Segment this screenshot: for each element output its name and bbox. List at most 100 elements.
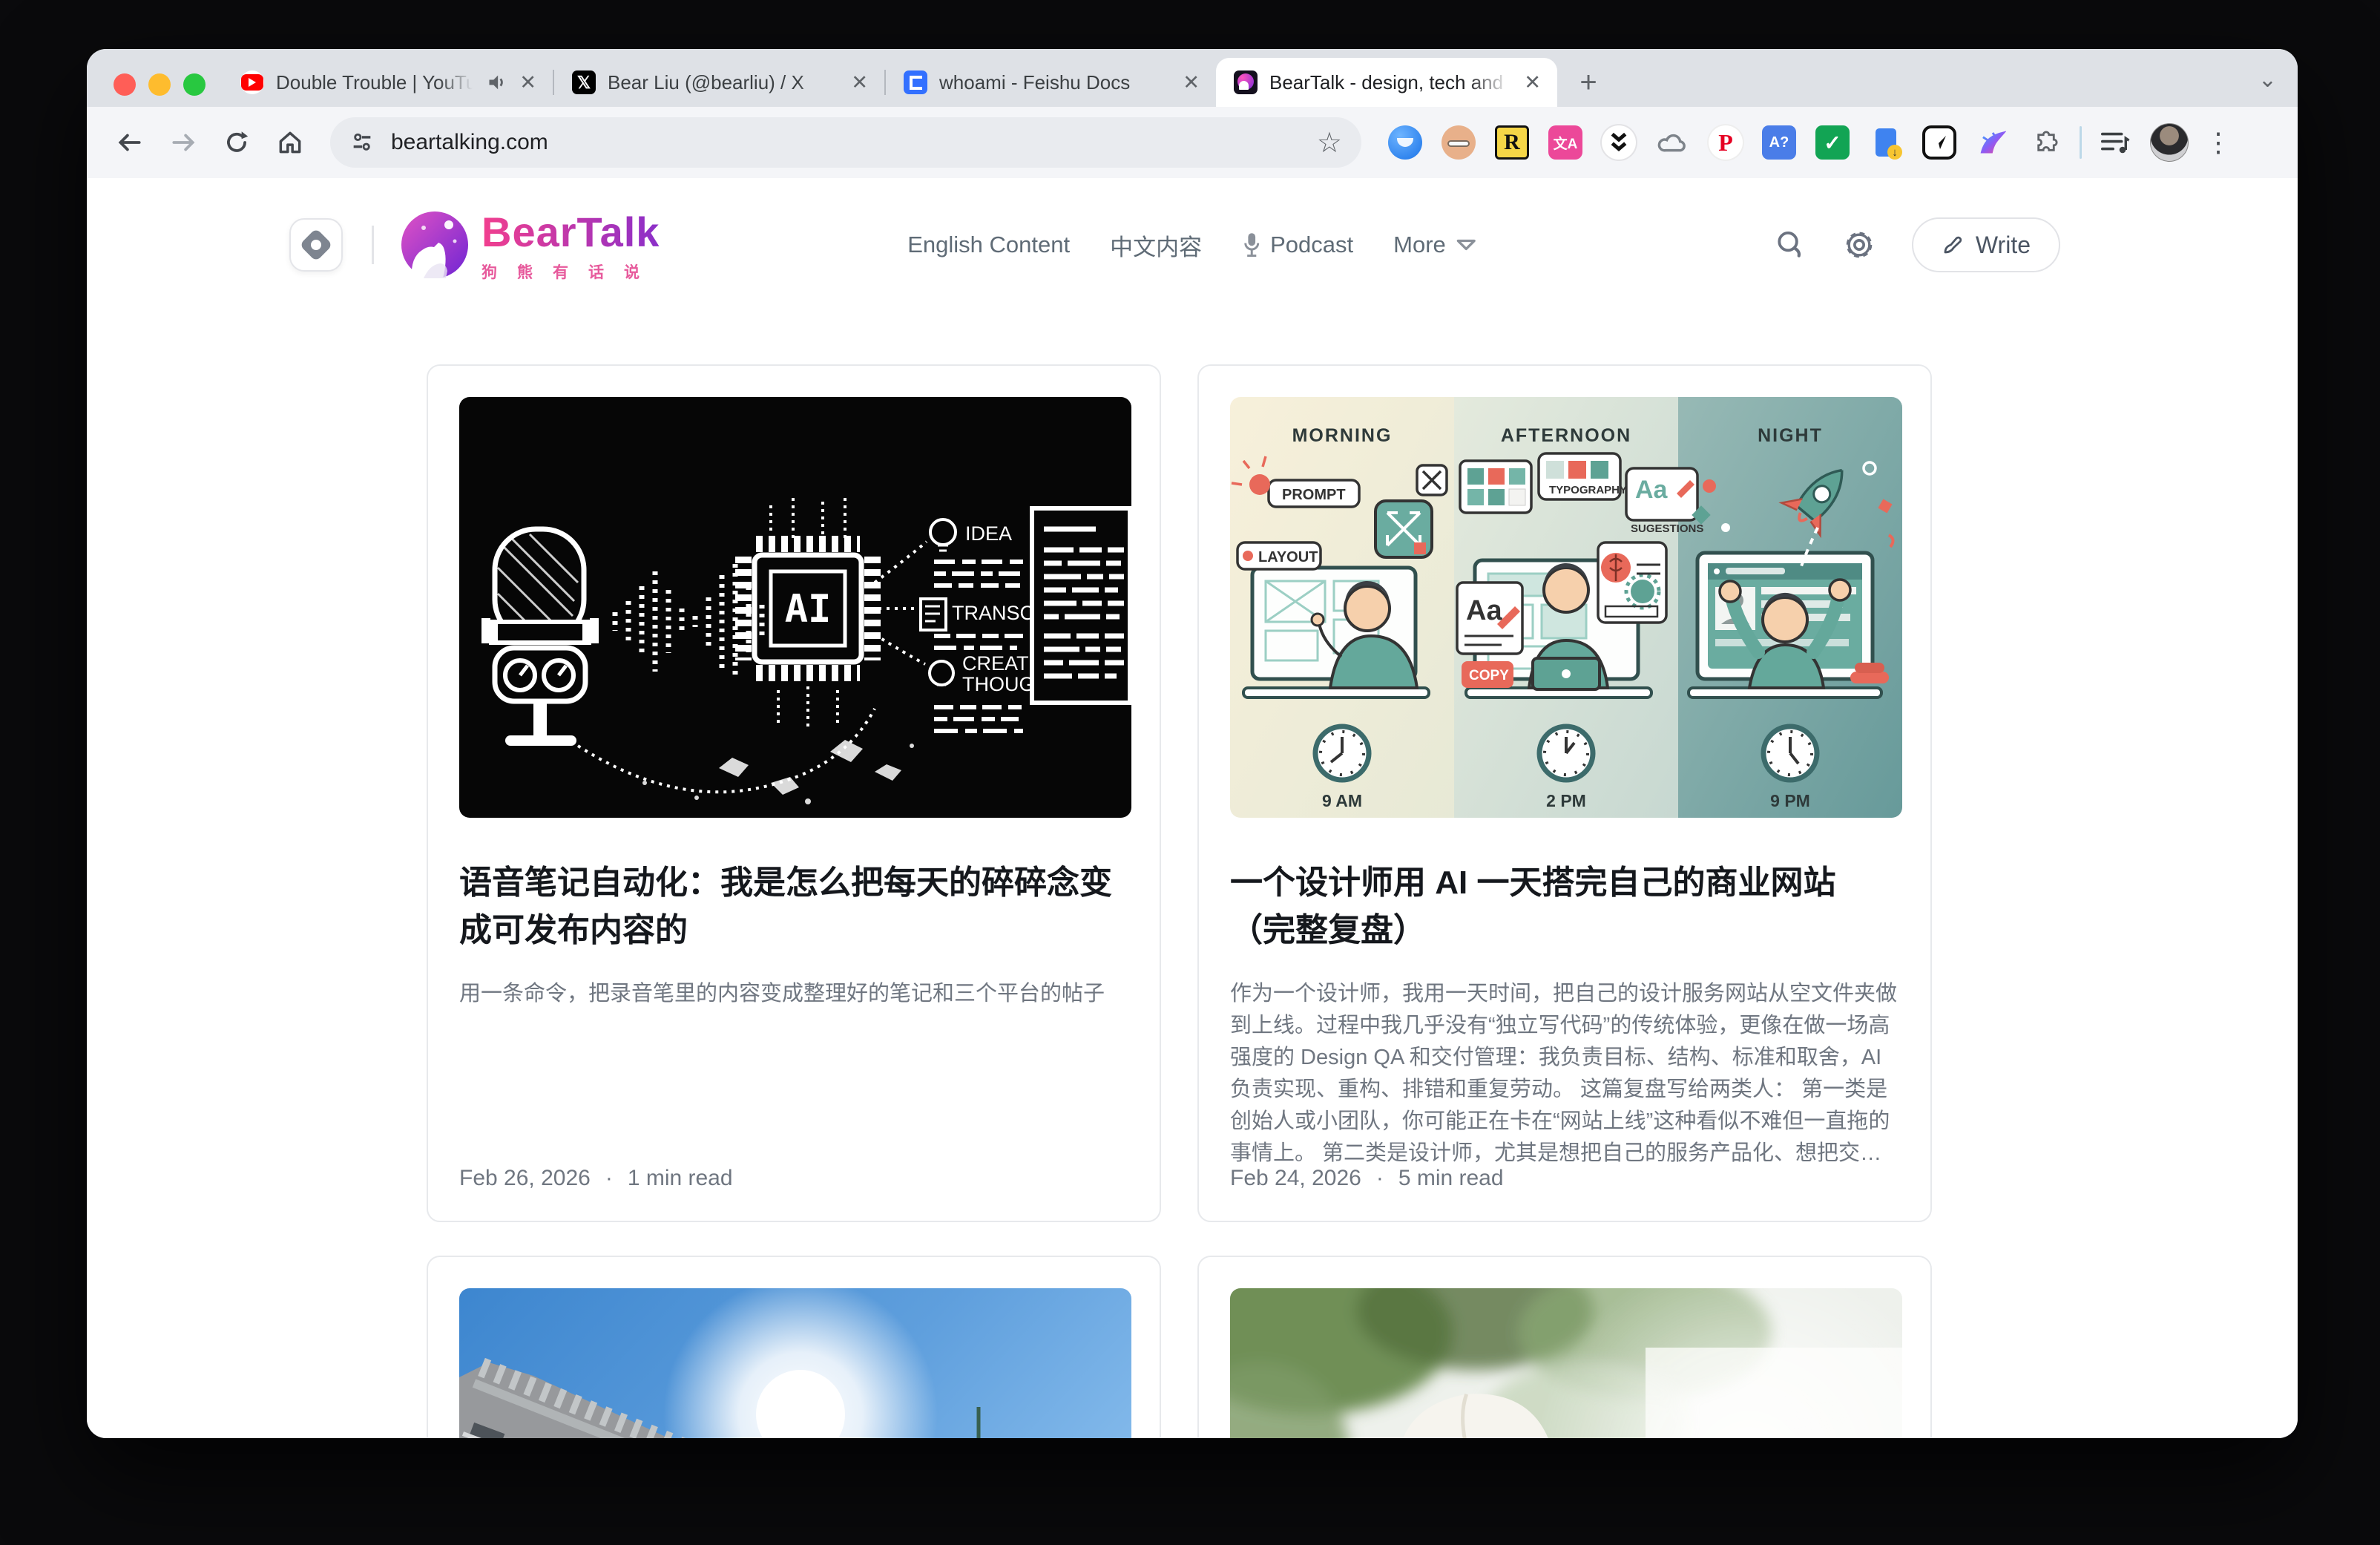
post-title[interactable]: 一个设计师用 AI 一天搭完自己的商业网站（完整复盘）: [1230, 859, 1899, 954]
extensions-puzzle-icon[interactable]: [2029, 125, 2063, 160]
site-nav: English Content 中文内容 Podcast More: [907, 178, 1477, 312]
tag-copy: COPY: [1469, 668, 1509, 683]
media-playlist-icon[interactable]: [2098, 125, 2132, 160]
zoom-window-button[interactable]: [183, 73, 206, 96]
post-cover-sky-photo: [459, 1288, 1131, 1438]
forward-button[interactable]: [160, 119, 207, 166]
address-bar[interactable]: beartalking.com ☆: [330, 117, 1361, 168]
chip-label: AI: [785, 587, 832, 632]
gem-icon: [299, 228, 332, 261]
write-button[interactable]: Write: [1912, 217, 2060, 272]
nav-more-label: More: [1393, 232, 1446, 258]
reload-button[interactable]: [213, 119, 260, 166]
window-controls: [114, 73, 206, 96]
tab-x[interactable]: 𝕏 Bear Liu (@bearliu) / X ✕: [554, 58, 884, 107]
write-label: Write: [1976, 232, 2031, 259]
double-chevron-extension-icon[interactable]: [1602, 125, 1636, 160]
browser-toolbar: beartalking.com ☆ R 文A P A? ✓ ↓: [87, 107, 2298, 178]
settings-gear-icon[interactable]: [1842, 228, 1876, 262]
brand-block[interactable]: BearTalk 狗熊有话说: [481, 208, 660, 283]
profile-avatar[interactable]: [2150, 123, 2189, 162]
pinterest-extension-icon[interactable]: P: [1709, 125, 1743, 160]
nav-podcast-label: Podcast: [1270, 232, 1353, 258]
nav-more[interactable]: More: [1393, 232, 1477, 258]
tab-close-icon[interactable]: ✕: [519, 73, 536, 93]
beartalk-icon: [1234, 70, 1258, 94]
paper-plane-extension-icon[interactable]: [1922, 125, 1956, 160]
tab-youtube[interactable]: Double Trouble | YouTube ✕: [223, 58, 553, 107]
header-actions: Write: [1774, 178, 2060, 312]
tab-close-icon[interactable]: ✕: [1183, 73, 1200, 93]
extensions-row: R 文A P A? ✓ ↓: [1388, 125, 2063, 160]
post-read-time: 5 min read: [1398, 1166, 1504, 1191]
post-excerpt: 用一条命令，把录音笔里的内容变成整理好的笔记和三个平台的帖子: [459, 978, 1128, 1010]
grammar-extension-icon[interactable]: A?: [1762, 125, 1796, 160]
back-button[interactable]: [106, 119, 154, 166]
translate-extension-icon[interactable]: 文A: [1548, 125, 1582, 160]
readwise-extension-icon[interactable]: R: [1495, 125, 1529, 160]
post-excerpt: 作为一个设计师，我用一天时间，把自己的设计服务网站从空文件夹做到上线。过程中我几…: [1230, 978, 1899, 1170]
time-afternoon: 2 PM: [1546, 791, 1586, 810]
tab-title: whoami - Feishu Docs: [939, 71, 1171, 94]
browser-menu-icon[interactable]: ⋮: [2205, 127, 2232, 158]
post-card[interactable]: AI IDEA: [427, 364, 1161, 1222]
theme-toggle-button[interactable]: [289, 218, 343, 272]
post-card[interactable]: [1197, 1256, 1932, 1438]
tag-layout: LAYOUT: [1258, 549, 1318, 565]
panel-label-night: NIGHT: [1758, 425, 1823, 446]
tag-aa: Aa: [1635, 476, 1669, 504]
post-cover-voice-notes: AI IDEA: [459, 397, 1131, 818]
post-card[interactable]: MORNING AFTERNOON NIGHT: [1197, 364, 1932, 1222]
nav-chinese-content[interactable]: 中文内容: [1110, 229, 1202, 262]
nav-english-content[interactable]: English Content: [907, 232, 1070, 258]
search-icon[interactable]: [1774, 229, 1807, 261]
tasks-extension-icon[interactable]: ✓: [1815, 125, 1850, 160]
avatar-extension-icon[interactable]: [1442, 125, 1476, 160]
new-tab-button[interactable]: +: [1568, 62, 1609, 103]
brand-name: BearTalk: [481, 208, 660, 256]
beartalk-logo[interactable]: [401, 211, 468, 278]
panel-label-morning: MORNING: [1292, 425, 1393, 446]
minimize-window-button[interactable]: [148, 73, 171, 96]
tab-audio-icon[interactable]: [487, 72, 507, 93]
meta-separator: ·: [605, 1166, 613, 1191]
cover-document: [1032, 508, 1130, 703]
home-button[interactable]: [266, 119, 314, 166]
tab-feishu[interactable]: whoami - Feishu Docs ✕: [886, 58, 1216, 107]
bookmark-star-icon[interactable]: ☆: [1317, 126, 1342, 160]
post-cover-man-hat-photo: [1230, 1288, 1902, 1438]
browser-window: Double Trouble | YouTube ✕ 𝕏 Bear Liu (@…: [87, 49, 2298, 1438]
close-window-button[interactable]: [114, 73, 136, 96]
post-card[interactable]: [427, 1256, 1161, 1438]
post-meta: Feb 26, 2026 · 1 min read: [459, 1166, 733, 1191]
site-settings-icon[interactable]: [349, 130, 375, 155]
bird-extension-icon[interactable]: [1976, 125, 2010, 160]
tag-typography: TYPOGRAPHY: [1549, 484, 1627, 496]
post-date: Feb 24, 2026: [1230, 1166, 1361, 1191]
tab-title: Double Trouble | YouTube: [276, 71, 475, 94]
tab-close-icon[interactable]: ✕: [1524, 73, 1541, 93]
panel-label-afternoon: AFTERNOON: [1501, 425, 1631, 446]
tab-beartalk-active[interactable]: BearTalk - design, tech and pr ✕: [1216, 58, 1557, 107]
post-date: Feb 26, 2026: [459, 1166, 591, 1191]
tab-title: Bear Liu (@bearliu) / X: [608, 71, 839, 94]
x-icon: 𝕏: [572, 70, 596, 94]
clock-night: [1763, 726, 1817, 780]
time-morning: 9 AM: [1322, 791, 1362, 810]
url-text[interactable]: beartalking.com: [391, 130, 1301, 155]
cloud-extension-icon[interactable]: [1655, 125, 1689, 160]
tab-list-chevron-icon[interactable]: ⌄: [2258, 67, 2277, 93]
post-title[interactable]: 语音笔记自动化：我是怎么把每天的碎碎念变成可发布内容的: [459, 859, 1128, 954]
tab-close-icon[interactable]: ✕: [851, 73, 868, 93]
clock-afternoon: [1539, 726, 1593, 780]
tag-suggestions: SUGESTIONS: [1631, 522, 1703, 535]
header-divider: [372, 226, 374, 264]
tide-extension-icon[interactable]: [1388, 125, 1422, 160]
desktop-background: Double Trouble | YouTube ✕ 𝕏 Bear Liu (@…: [0, 0, 2380, 1545]
post-read-time: 1 min read: [628, 1166, 733, 1191]
time-night: 9 PM: [1770, 791, 1810, 810]
post-grid: AI IDEA: [427, 364, 1932, 1438]
nav-podcast[interactable]: Podcast: [1242, 232, 1353, 258]
doc-download-extension-icon[interactable]: ↓: [1869, 125, 1903, 160]
cover-label-idea: IDEA: [965, 522, 1012, 545]
